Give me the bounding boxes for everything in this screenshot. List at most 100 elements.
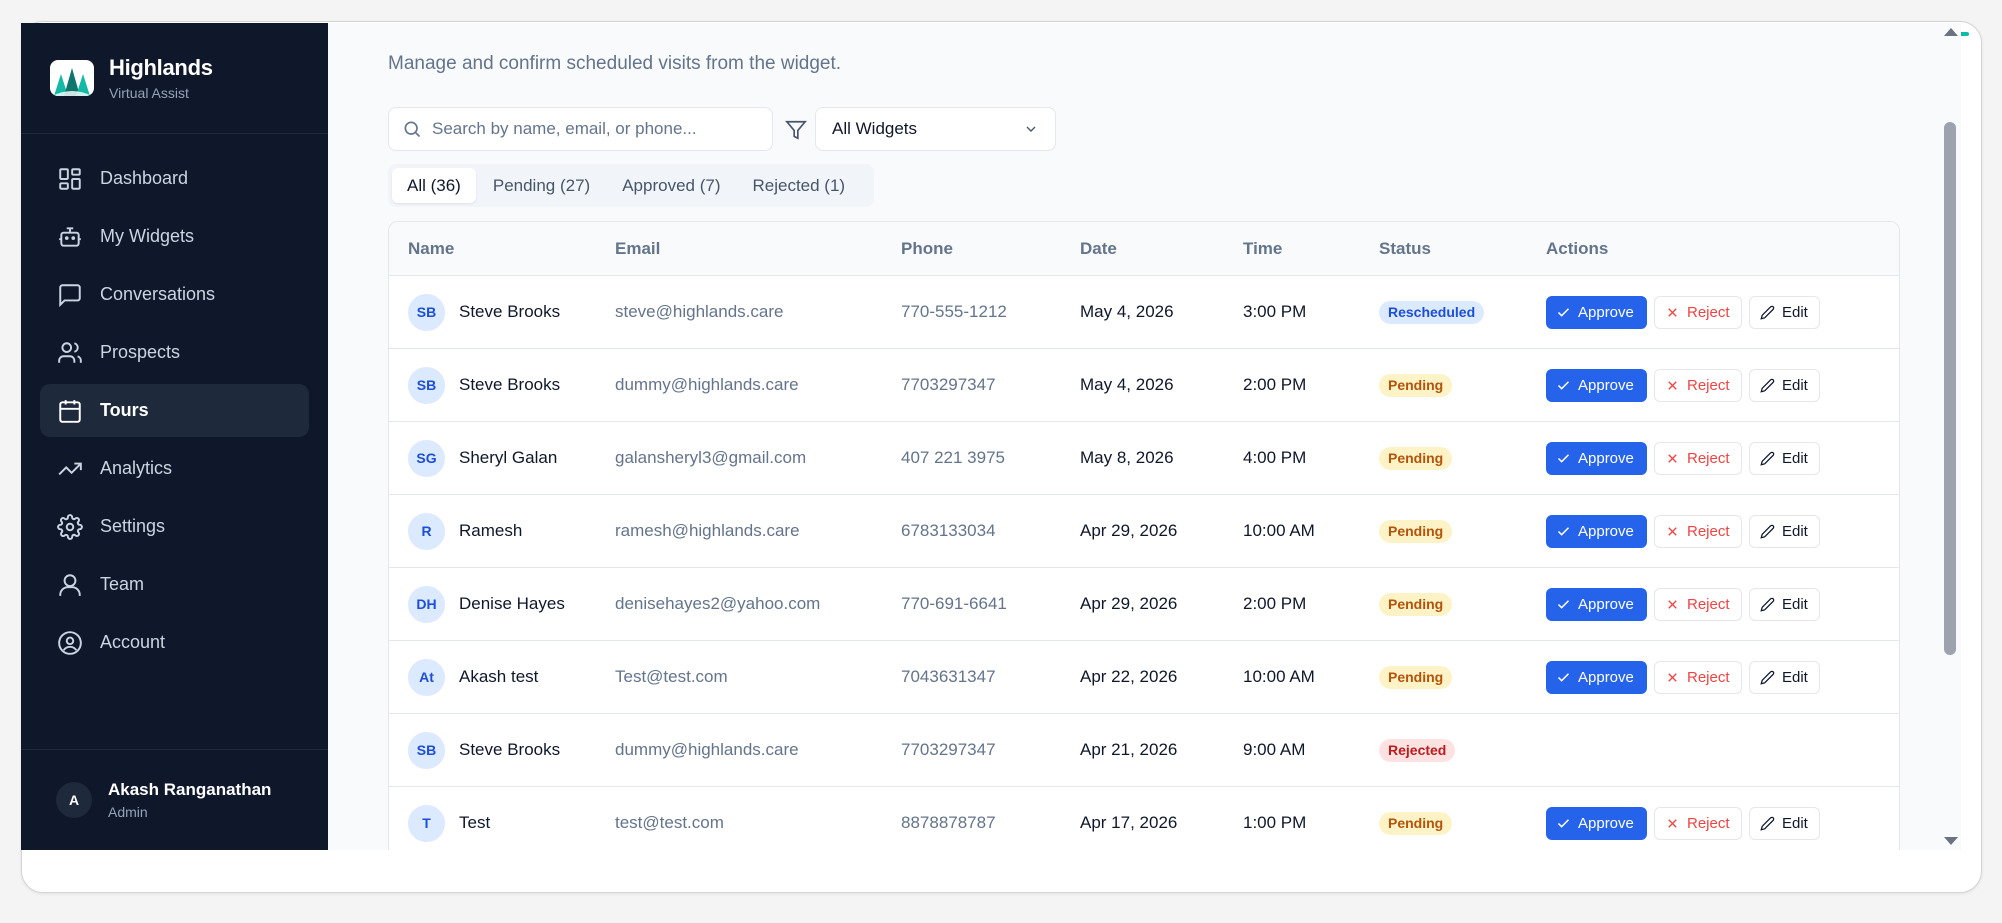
edit-button[interactable]: Edit [1749,514,1820,548]
sidebar-item-team[interactable]: Team [40,558,309,611]
row-name: Test [459,813,491,832]
table-row[interactable]: SB Steve Brooks steve@highlands.care 770… [389,276,1899,349]
edit-button[interactable]: Edit [1749,587,1820,621]
table-row[interactable]: SG Sheryl Galan galansheryl3@gmail.com 4… [389,422,1899,495]
column-header-status[interactable]: Status [1379,239,1546,259]
approve-button[interactable]: Approve [1546,295,1647,329]
check-icon [1557,380,1570,390]
reject-button[interactable]: Reject [1654,295,1742,329]
reject-label: Reject [1687,595,1730,613]
column-header-date[interactable]: Date [1080,239,1243,259]
scroll-up-arrow-icon[interactable] [1944,28,1958,36]
row-time: 9:00 AM [1243,740,1306,759]
sidebar-item-dashboard[interactable]: Dashboard [40,152,309,205]
search-box[interactable] [388,107,773,151]
row-time: 10:00 AM [1243,521,1315,540]
reject-label: Reject [1687,376,1730,394]
edit-button[interactable]: Edit [1749,806,1820,840]
sidebar-item-prospects[interactable]: Prospects [40,326,309,379]
table-row[interactable]: At Akash test Test@test.com 7043631347 A… [389,641,1899,714]
pencil-icon [1760,378,1775,393]
status-tabs: All (36) Pending (27) Approved (7) Rejec… [388,164,874,207]
status-badge: Pending [1379,373,1453,397]
row-avatar: SG [408,439,445,477]
close-icon [1668,453,1677,463]
calendar-icon [59,399,81,423]
column-header-email[interactable]: Email [615,239,901,259]
row-actions: Approve Reject Edit [1546,587,1899,621]
tab-all[interactable]: All (36) [392,168,476,203]
sidebar-item-label: Team [100,574,145,594]
approve-button[interactable]: Approve [1546,514,1647,548]
row-avatar: T [408,804,445,842]
reject-label: Reject [1687,814,1730,832]
approve-button[interactable]: Approve [1546,806,1647,840]
table-row[interactable]: T Test test@test.com 8878878787 Apr 17, … [389,787,1899,850]
column-header-phone[interactable]: Phone [901,239,1080,259]
reject-button[interactable]: Reject [1654,368,1742,402]
user-role: Admin [108,804,148,820]
row-phone: 6783133034 [901,521,996,540]
sidebar-item-analytics[interactable]: Analytics [40,442,309,495]
approve-button[interactable]: Approve [1546,441,1647,475]
tab-approved[interactable]: Approved (7) [607,168,735,203]
row-time: 3:00 PM [1243,302,1307,321]
scroll-down-arrow-icon[interactable] [1944,837,1958,845]
column-header-name[interactable]: Name [389,239,615,259]
reject-button[interactable]: Reject [1654,441,1742,475]
row-actions: Approve Reject Edit [1546,295,1899,329]
row-phone: 7703297347 [901,375,996,394]
scrollbar[interactable] [1939,23,1961,850]
approve-label: Approve [1578,376,1634,394]
approve-button[interactable]: Approve [1546,587,1647,621]
brand[interactable]: Highlands Virtual Assist [21,23,328,134]
row-name: Steve Brooks [459,302,561,321]
scroll-thumb[interactable] [1944,122,1956,655]
pencil-icon [1760,305,1775,320]
filter-icon[interactable] [785,119,807,141]
page-subtitle: Manage and confirm scheduled visits from… [388,53,842,74]
table-row[interactable]: SB Steve Brooks dummy@highlands.care 770… [389,349,1899,422]
row-date: May 4, 2026 [1080,375,1174,394]
status-badge: Pending [1379,665,1453,689]
edit-button[interactable]: Edit [1749,368,1820,402]
tab-rejected[interactable]: Rejected (1) [737,168,860,203]
edit-button[interactable]: Edit [1749,660,1820,694]
sidebar-item-conversations[interactable]: Conversations [40,268,309,321]
reject-label: Reject [1687,522,1730,540]
close-icon [1668,818,1677,828]
main-content: Manage and confirm scheduled visits from… [328,23,1939,850]
edit-button[interactable]: Edit [1749,295,1820,329]
sidebar-item-my-widgets[interactable]: My Widgets [40,210,309,263]
close-icon [1668,672,1677,682]
approve-label: Approve [1578,814,1634,832]
reject-button[interactable]: Reject [1654,514,1742,548]
status-badge: Pending [1379,592,1453,616]
row-actions: Approve Reject Edit [1546,806,1899,840]
search-input[interactable] [432,119,752,139]
user-profile[interactable]: A Akash Ranganathan Admin [21,749,328,850]
approve-button[interactable]: Approve [1546,368,1647,402]
table-row[interactable]: R Ramesh ramesh@highlands.care 678313303… [389,495,1899,568]
users-icon [58,341,82,363]
table-row[interactable]: DH Denise Hayes denisehayes2@yahoo.com 7… [389,568,1899,641]
reject-button[interactable]: Reject [1654,587,1742,621]
approve-button[interactable]: Approve [1546,660,1647,694]
column-header-time[interactable]: Time [1243,239,1379,259]
row-email: dummy@highlands.care [615,375,799,394]
sidebar-item-account[interactable]: Account [40,616,309,669]
widget-select[interactable]: All Widgets [815,107,1056,151]
edit-button[interactable]: Edit [1749,441,1820,475]
table-row[interactable]: SB Steve Brooks dummy@highlands.care 770… [389,714,1899,787]
row-avatar: SB [408,731,445,769]
tab-pending[interactable]: Pending (27) [478,168,605,203]
sidebar: Highlands Virtual Assist Dashboard My Wi… [21,23,328,850]
row-name: Sheryl Galan [459,448,558,467]
reject-button[interactable]: Reject [1654,806,1742,840]
reject-button[interactable]: Reject [1654,660,1742,694]
sidebar-item-tours[interactable]: Tours [40,384,309,437]
row-phone: 7043631347 [901,667,996,686]
row-time: 10:00 AM [1243,667,1315,686]
team-icon [59,573,81,596]
sidebar-item-settings[interactable]: Settings [40,500,309,553]
